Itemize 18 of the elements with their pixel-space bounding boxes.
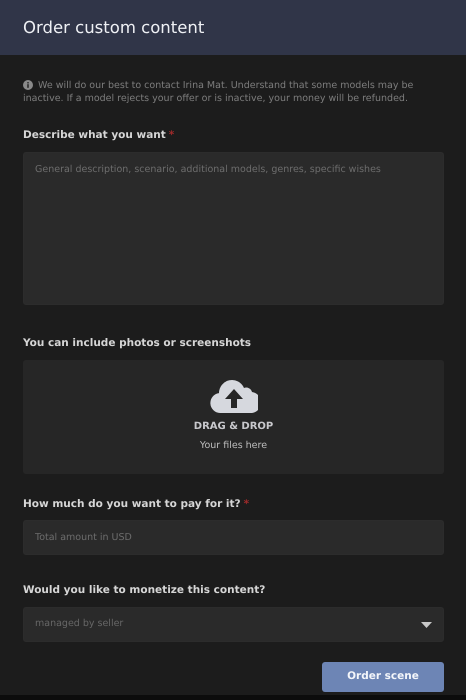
dropzone-title: DRAG & DROP	[194, 420, 274, 434]
required-mark: *	[244, 496, 250, 512]
info-icon	[23, 80, 33, 90]
dropzone[interactable]: DRAG & DROP Your files here	[23, 360, 444, 474]
window-title: Order custom content	[23, 18, 204, 38]
required-mark: *	[168, 128, 174, 143]
field-label: How much do you want to pay for it?	[23, 496, 241, 512]
field-label: You can include photos or screenshots	[23, 336, 252, 351]
amount-field[interactable]: Total amount in USD	[23, 520, 444, 556]
cloud-upload-icon	[210, 379, 258, 414]
caret-icon	[421, 622, 432, 628]
order-button[interactable]: Order scene	[322, 662, 444, 692]
description-field[interactable]: General description, scenario, additional models, genres, specific wishes	[23, 152, 444, 305]
field-label: Would you like to monetize this content?	[23, 583, 266, 598]
monetize-select[interactable]: managed by seller	[23, 607, 444, 642]
dropzone-hint: Your files here	[200, 439, 268, 454]
field-label: Describe what you want	[23, 128, 166, 143]
notice-text: We will do our best to contact Irina Mat. Understand that some models may be inactive. If a model rejects your offer or is inactive, your money will be refunded.	[23, 79, 414, 105]
